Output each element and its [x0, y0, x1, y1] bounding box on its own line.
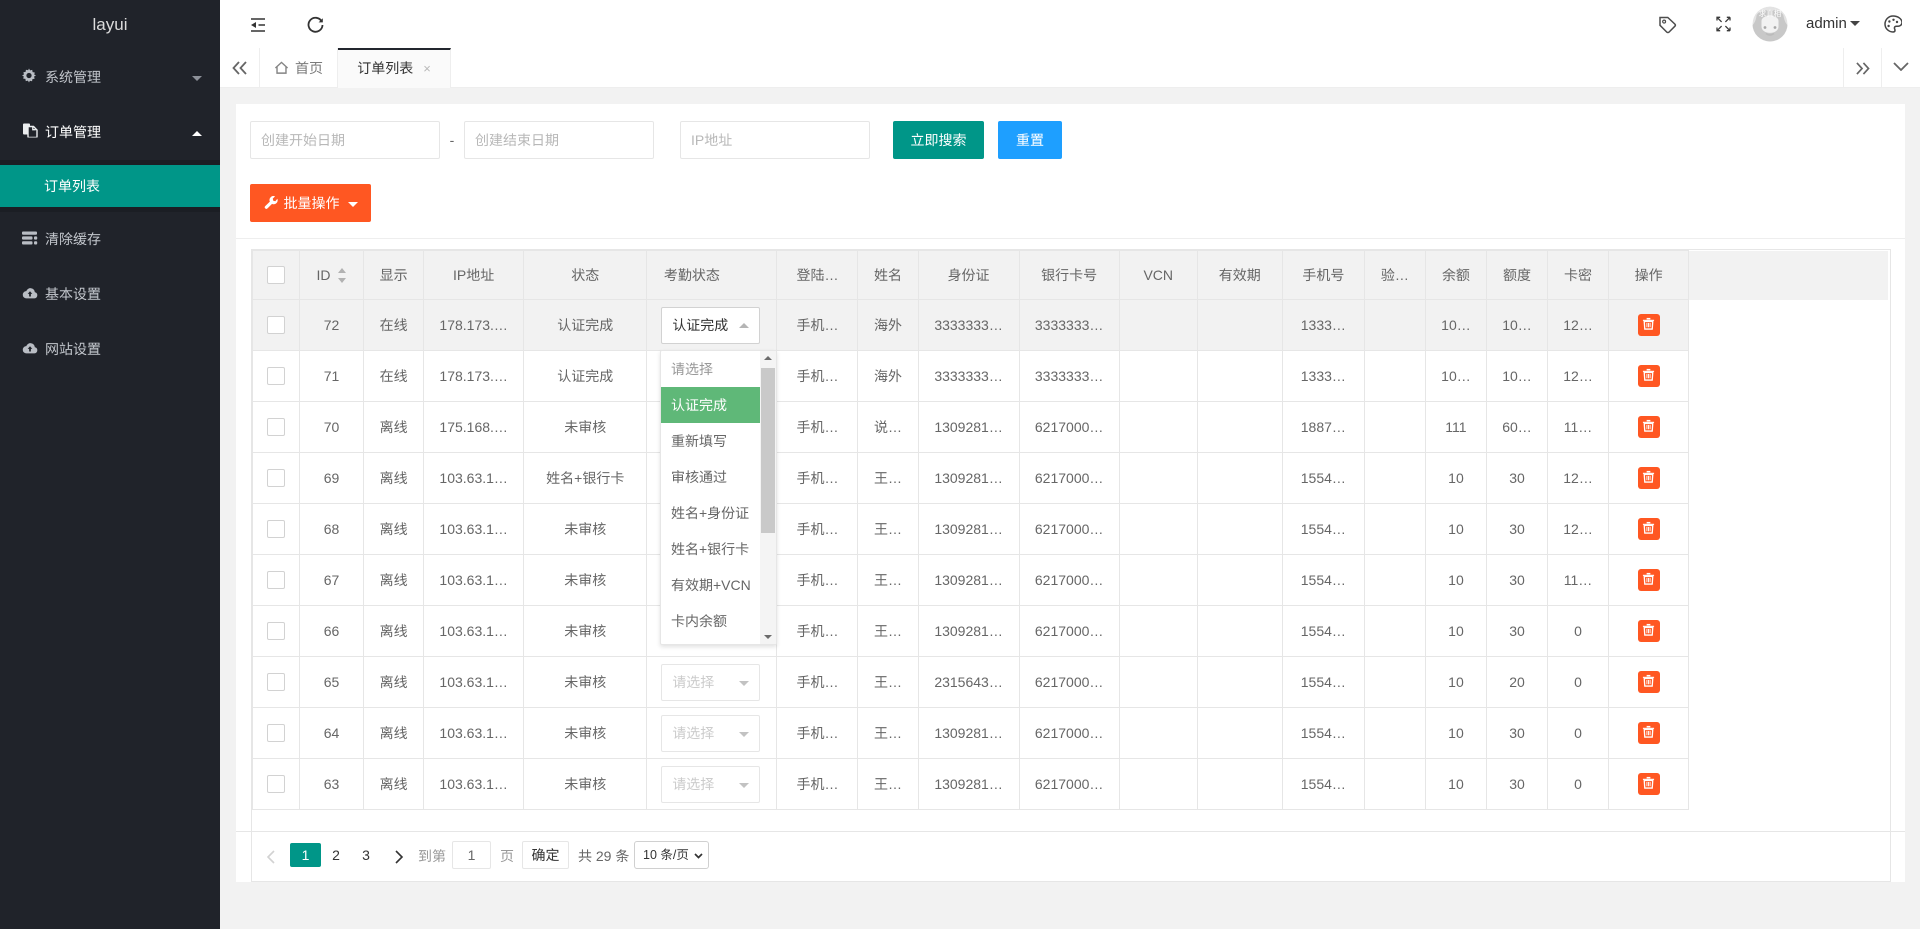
svg-text:求真相: 求真相 — [1759, 8, 1782, 19]
